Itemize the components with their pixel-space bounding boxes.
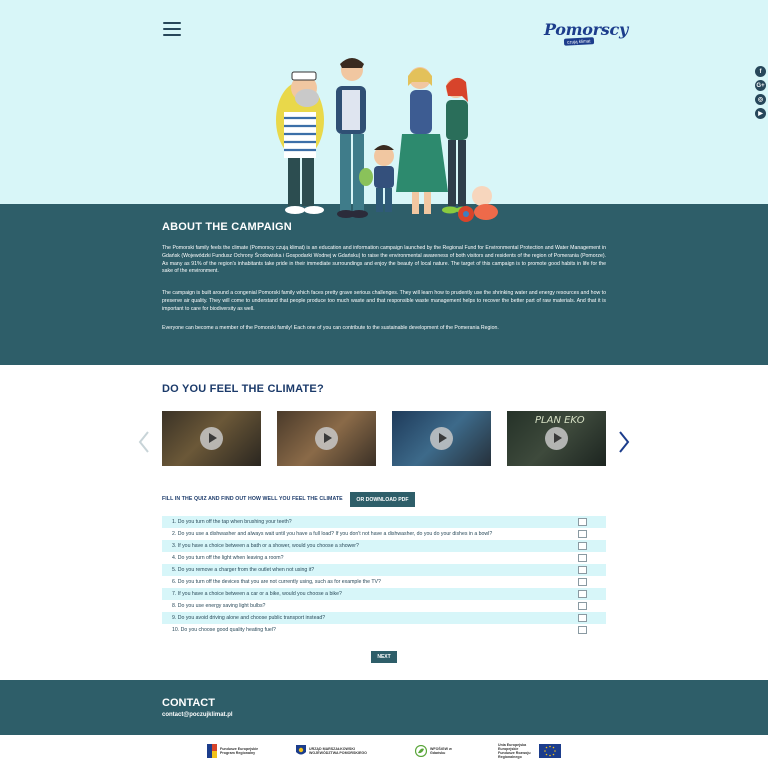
quiz-row: 2. Do you use a dishwasher and always wa… — [162, 528, 606, 540]
quiz-row: 6. Do you turn off the devices that you … — [162, 576, 606, 588]
quiz-row: 8. Do you use energy saving light bulbs? — [162, 600, 606, 612]
leaf-icon — [415, 745, 427, 757]
quiz-question: 1. Do you turn off the tap when brushing… — [172, 519, 292, 525]
quiz-checkbox[interactable] — [578, 578, 587, 586]
quiz-row: 5. Do you remove a charger from the outl… — [162, 564, 606, 576]
quiz-checkbox[interactable] — [578, 626, 587, 634]
quiz-question: 3. If you have a choice between a bath o… — [172, 543, 359, 549]
about-paragraph-1: The Pomorski family feels the climate (P… — [162, 245, 606, 275]
next-button[interactable]: NEXT — [371, 651, 397, 663]
partner-logo-ue: Unia Europejska Europejskie Fundusze Roz… — [498, 742, 561, 760]
google-plus-icon[interactable]: G+ — [755, 80, 766, 91]
video-thumbnail[interactable] — [277, 411, 376, 466]
play-icon — [200, 427, 223, 450]
play-icon — [315, 427, 338, 450]
facebook-icon[interactable]: f — [755, 66, 766, 77]
quiz-checkbox[interactable] — [578, 590, 587, 598]
climate-title: DO YOU FEEL THE CLIMATE? — [162, 383, 324, 395]
quiz-checkbox[interactable] — [578, 518, 587, 526]
video-thumbnail[interactable]: PLAN EKO — [507, 411, 606, 466]
video-thumbnail[interactable] — [162, 411, 261, 466]
quiz-row: 1. Do you turn off the tap when brushing… — [162, 516, 606, 528]
quiz-row: 10. Do you choose good quality heating f… — [162, 624, 606, 636]
instagram-icon[interactable]: ◎ — [755, 94, 766, 105]
video-thumbnail[interactable] — [392, 411, 491, 466]
logo-subtext: czują klimat — [563, 37, 594, 46]
eu-flag-icon — [539, 744, 561, 758]
quiz-question: 4. Do you turn off the light when leavin… — [172, 555, 284, 561]
quiz-question: 8. Do you use energy saving light bulbs? — [172, 603, 266, 609]
play-icon — [545, 427, 568, 450]
quiz-question: 9. Do you avoid driving alone and choose… — [172, 615, 326, 621]
chevron-left-icon[interactable] — [138, 430, 150, 454]
quiz-row: 3. If you have a choice between a bath o… — [162, 540, 606, 552]
partner-text: Unia Europejska Europejskie Fundusze Roz… — [498, 742, 531, 760]
contact-section: CONTACT contact@poczujklimat.pl — [0, 680, 768, 735]
play-icon — [430, 427, 453, 450]
thumbnail-caption: PLAN EKO — [535, 415, 585, 426]
social-bar: f G+ ◎ ▶ — [755, 66, 766, 119]
quiz-question: 7. If you have a choice between a car or… — [172, 591, 342, 597]
quiz-checkbox[interactable] — [578, 530, 587, 538]
contact-email-link[interactable]: contact@poczujklimat.pl — [162, 712, 233, 718]
about-paragraph-2: The campaign is built around a congenial… — [162, 290, 606, 312]
site-logo[interactable]: Pomorscy czują klimat — [544, 20, 628, 50]
quiz-checkbox[interactable] — [578, 614, 587, 622]
about-paragraph-3: Everyone can become a member of the Pomo… — [162, 325, 499, 331]
partner-logo-wfos: WFOŚiGW w Gdańsku — [415, 742, 460, 760]
quiz-row: 9. Do you avoid driving alone and choose… — [162, 612, 606, 624]
family-illustration — [276, 58, 498, 222]
quiz-question: 2. Do you use a dishwasher and always wa… — [172, 531, 493, 537]
eu-funds-icon — [207, 744, 217, 758]
quiz-intro: FILL IN THE QUIZ AND FIND OUT HOW WELL Y… — [162, 496, 343, 502]
quiz-row: 4. Do you turn off the light when leavin… — [162, 552, 606, 564]
quiz-checkbox[interactable] — [578, 566, 587, 574]
quiz-row: 7. If you have a choice between a car or… — [162, 588, 606, 600]
quiz-question: 10. Do you choose good quality heating f… — [172, 627, 276, 633]
partner-text: URZĄD MARSZAŁKOWSKI WOJEWÓDZTWA POMORSKI… — [309, 746, 367, 755]
contact-title: CONTACT — [162, 697, 215, 709]
chevron-right-icon[interactable] — [618, 430, 630, 454]
download-pdf-button[interactable]: OR DOWNLOAD PDF — [350, 492, 415, 507]
partner-text: Fundusze Europejskie Program Regionalny — [220, 746, 259, 755]
quiz-checkbox[interactable] — [578, 602, 587, 610]
quiz-checkbox[interactable] — [578, 554, 587, 562]
quiz-checkbox[interactable] — [578, 542, 587, 550]
menu-icon[interactable] — [163, 22, 181, 36]
quiz-question: 6. Do you turn off the devices that you … — [172, 579, 381, 585]
logo-text: Pomorscy — [544, 20, 628, 39]
crest-icon — [296, 745, 306, 755]
youtube-icon[interactable]: ▶ — [755, 108, 766, 119]
partner-logo-fundusze: Fundusze Europejskie Program Regionalny — [207, 742, 260, 760]
partner-logo-urzad: URZĄD MARSZAŁKOWSKI WOJEWÓDZTWA POMORSKI… — [296, 742, 369, 760]
partner-text: WFOŚiGW w Gdańsku — [430, 746, 452, 755]
quiz-question: 5. Do you remove a charger from the outl… — [172, 567, 315, 573]
